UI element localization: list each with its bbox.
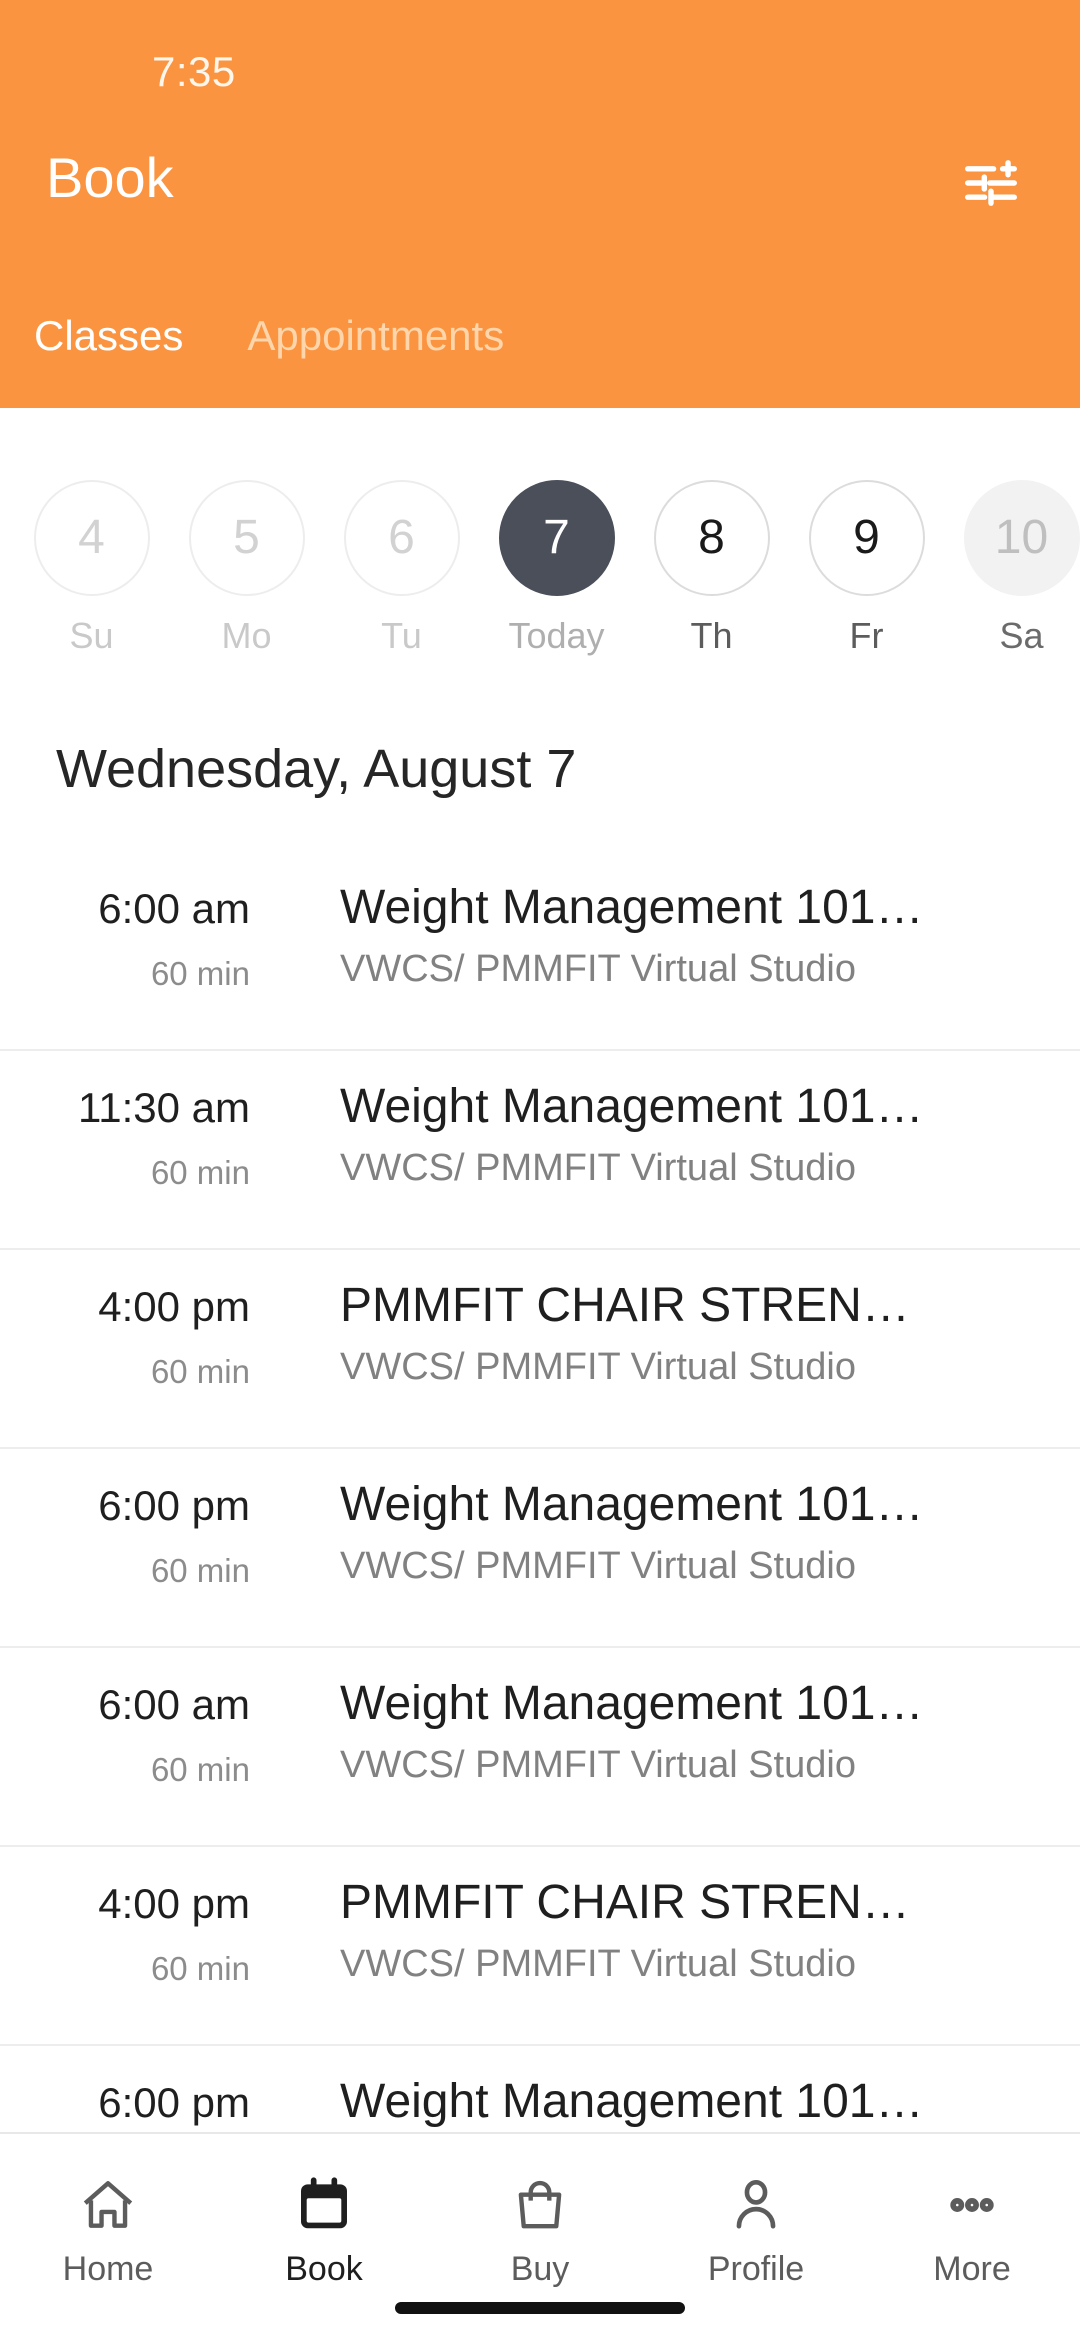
- class-duration: 60 min: [150, 1552, 250, 1589]
- app-header: 7:35 Book Classes Appointments: [0, 0, 1080, 408]
- class-title: Weight Management 101…: [340, 881, 924, 934]
- class-location: VWCS/ PMMFIT Virtual Studio: [340, 1545, 856, 1587]
- class-list-item[interactable]: 4:00 pm 60 min PMMFIT CHAIR STREN… VWCS/ PM…: [0, 1250, 1080, 1449]
- date-selector-strip[interactable]: 4 Su 5 Mo 6 Tu 7 Today 8 Th 9 Fr 10 Sa: [0, 408, 1080, 668]
- date-weekday-label: Su: [69, 615, 114, 656]
- nav-item-buy[interactable]: Buy: [432, 2134, 648, 2286]
- class-duration: 60 min: [150, 1154, 250, 1191]
- date-circle: 7: [498, 480, 615, 596]
- class-list-item[interactable]: 6:00 pm Weight Management 101…: [0, 2046, 1080, 2132]
- class-duration: 60 min: [150, 1353, 250, 1390]
- ellipsis-icon: [941, 2168, 1003, 2242]
- tab-appointments[interactable]: Appointments: [247, 315, 504, 357]
- date-circle: 10: [963, 480, 1080, 596]
- tune-sliders-icon: [960, 152, 1022, 214]
- class-start-time: 11:30 am: [78, 1084, 250, 1131]
- class-start-time: 6:00 am: [98, 1681, 250, 1728]
- status-bar: 7:35: [0, 0, 1080, 120]
- header-tabs: Classes Appointments: [0, 315, 1080, 395]
- bag-icon: [509, 2168, 571, 2242]
- date-circle: 9: [808, 480, 925, 596]
- class-duration: 60 min: [150, 1950, 250, 1987]
- nav-item-profile[interactable]: Profile: [648, 2134, 864, 2286]
- class-list-item[interactable]: 4:00 pm 60 min PMMFIT CHAIR STREN… VWCS/ PM…: [0, 1847, 1080, 2046]
- selected-day-heading: Wednesday, August 7: [56, 739, 577, 799]
- class-title: Weight Management 101…: [340, 2075, 924, 2128]
- date-weekday-label: Today: [508, 615, 605, 656]
- class-start-time: 6:00 am: [98, 885, 250, 932]
- home-indicator: [395, 2302, 685, 2314]
- class-list[interactable]: 6:00 am 60 min Weight Management 101… VWCS/…: [0, 852, 1080, 2132]
- class-title: Weight Management 101…: [340, 1080, 924, 1133]
- date-cell-7[interactable]: 7 Today: [479, 408, 634, 654]
- class-start-time: 4:00 pm: [98, 1283, 250, 1330]
- status-bar-clock: 7:35: [152, 48, 236, 95]
- class-title: Weight Management 101…: [340, 1478, 924, 1531]
- calendar-icon: [293, 2168, 355, 2242]
- tab-classes[interactable]: Classes: [34, 315, 183, 357]
- class-location: VWCS/ PMMFIT Virtual Studio: [340, 1147, 856, 1189]
- date-cell-6[interactable]: 6 Tu: [324, 408, 479, 654]
- class-location: VWCS/ PMMFIT Virtual Studio: [340, 948, 856, 990]
- nav-item-label: Profile: [707, 2250, 805, 2288]
- page-title: Book: [46, 146, 174, 209]
- class-location: VWCS/ PMMFIT Virtual Studio: [340, 1346, 856, 1388]
- date-weekday-label: Th: [690, 615, 733, 656]
- class-start-time: 4:00 pm: [98, 1880, 250, 1927]
- nav-item-label: Home: [62, 2250, 154, 2288]
- date-cell-10[interactable]: 10 Sa: [944, 408, 1080, 654]
- date-weekday-label: Mo: [221, 615, 272, 656]
- app-screen: 7:35 Book Classes Appointments 4 Su 5 Mo…: [0, 0, 1080, 2340]
- class-start-time: 6:00 pm: [98, 1482, 250, 1529]
- date-circle: 6: [343, 480, 460, 596]
- nav-item-more[interactable]: More: [864, 2134, 1080, 2286]
- class-duration: 60 min: [150, 955, 250, 992]
- class-location: VWCS/ PMMFIT Virtual Studio: [340, 1943, 856, 1985]
- date-cell-8[interactable]: 8 Th: [634, 408, 789, 654]
- date-cell-4[interactable]: 4 Su: [14, 408, 169, 654]
- nav-item-home[interactable]: Home: [0, 2134, 216, 2286]
- date-weekday-label: Sa: [999, 615, 1044, 656]
- nav-item-label: Buy: [510, 2250, 570, 2288]
- title-bar: Book: [0, 150, 1080, 260]
- date-circle: 5: [188, 480, 305, 596]
- nav-item-label: More: [933, 2250, 1011, 2288]
- nav-item-book[interactable]: Book: [216, 2134, 432, 2286]
- class-title: PMMFIT CHAIR STREN…: [340, 1279, 910, 1332]
- date-weekday-label: Fr: [849, 615, 884, 656]
- filter-button[interactable]: [952, 144, 1030, 222]
- class-list-item[interactable]: 11:30 am 60 min Weight Management 101… VWCS…: [0, 1051, 1080, 1250]
- date-weekday-label: Tu: [381, 615, 422, 656]
- class-list-item[interactable]: 6:00 am 60 min Weight Management 101… VWCS/…: [0, 1648, 1080, 1847]
- class-title: Weight Management 101…: [340, 1677, 924, 1730]
- date-cell-5[interactable]: 5 Mo: [169, 408, 324, 654]
- home-icon: [77, 2168, 139, 2242]
- class-title: PMMFIT CHAIR STREN…: [340, 1876, 910, 1929]
- class-list-item[interactable]: 6:00 pm 60 min Weight Management 101… VWCS/…: [0, 1449, 1080, 1648]
- class-list-item[interactable]: 6:00 am 60 min Weight Management 101… VWCS/…: [0, 852, 1080, 1051]
- class-start-time: 6:00 pm: [98, 2079, 250, 2126]
- class-duration: 60 min: [150, 1751, 250, 1788]
- date-circle: 4: [33, 480, 150, 596]
- nav-item-label: Book: [285, 2250, 363, 2288]
- date-circle: 8: [653, 480, 770, 596]
- class-location: VWCS/ PMMFIT Virtual Studio: [340, 1744, 856, 1786]
- date-cell-9[interactable]: 9 Fr: [789, 408, 944, 654]
- person-icon: [725, 2168, 787, 2242]
